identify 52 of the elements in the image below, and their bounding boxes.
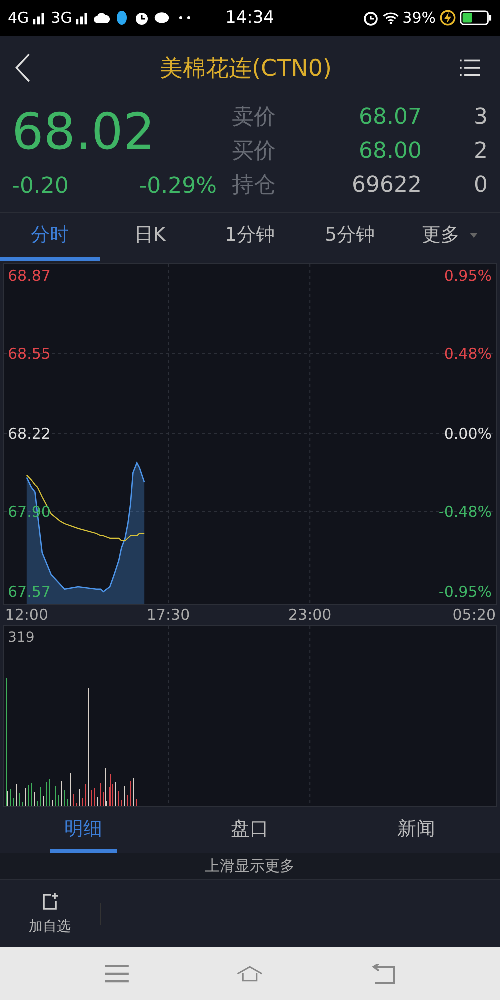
alarm-icon	[362, 10, 379, 26]
percent-axis-label: 0.00%	[443, 425, 493, 443]
price-axis-label: 68.55	[7, 344, 52, 363]
change-percent: -0.29%	[139, 174, 217, 199]
last-price: 68.02	[12, 102, 156, 163]
chart-tab[interactable]: 5分钟	[300, 213, 400, 261]
quote-label: 买价	[232, 138, 277, 166]
percent-axis-label: 0.48%	[443, 344, 493, 363]
time-axis-label: 23:00	[288, 606, 332, 624]
price-axis-label: 68.87	[7, 267, 52, 286]
charging-icon	[440, 10, 456, 26]
quote-value: 69622	[351, 172, 422, 198]
signal-icon	[33, 12, 48, 24]
quote-label: 持仓	[232, 172, 277, 200]
clock-time: 14:34	[226, 8, 274, 28]
quote-label: 卖价	[232, 104, 277, 132]
add-note-icon	[40, 892, 60, 912]
signal-icon	[76, 12, 90, 24]
price-change: -0.20	[12, 174, 69, 199]
detail-tab[interactable]: 新闻	[383, 809, 450, 853]
battery-percent: 39%	[402, 9, 436, 27]
price-axis-label: 67.57	[7, 582, 52, 601]
chart-tab[interactable]: 日K	[100, 213, 200, 261]
page-title: 美棉花连(CTN0)	[160, 54, 332, 84]
price-axis-label: 68.22	[7, 425, 52, 443]
alarm-icon	[134, 10, 150, 26]
menu-icon[interactable]	[460, 58, 480, 78]
network-label: 4G	[8, 9, 30, 27]
quote-volume: 0	[473, 172, 488, 198]
percent-axis-label: -0.95%	[438, 582, 493, 601]
cloud-icon	[94, 10, 110, 26]
detail-tab[interactable]: 盘口	[216, 809, 284, 853]
quote-volume: 2	[473, 138, 488, 164]
wifi-icon	[382, 10, 399, 26]
network-label: 3G	[51, 9, 72, 27]
home-icon[interactable]	[236, 964, 263, 984]
back-icon[interactable]	[14, 52, 32, 84]
volume-max-label: 319	[8, 630, 35, 646]
add-watchlist-button[interactable]: 加自选	[0, 884, 100, 944]
time-axis-label: 05:20	[452, 606, 496, 624]
chart-tab[interactable]: 1分钟	[200, 213, 300, 261]
percent-axis-label: 0.95%	[443, 267, 493, 286]
time-axis-label: 17:30	[146, 606, 190, 624]
more-icon	[178, 16, 192, 20]
percent-axis-label: -0.48%	[438, 502, 493, 521]
scroll-hint: 上滑显示更多	[205, 856, 295, 876]
quote-value: 68.07	[358, 104, 422, 130]
battery-icon	[460, 10, 492, 26]
chart-tab[interactable]: 更多	[400, 213, 500, 261]
quote-volume: 3	[473, 104, 488, 130]
time-axis-label: 12:00	[5, 606, 48, 624]
quote-value: 68.00	[358, 138, 422, 164]
